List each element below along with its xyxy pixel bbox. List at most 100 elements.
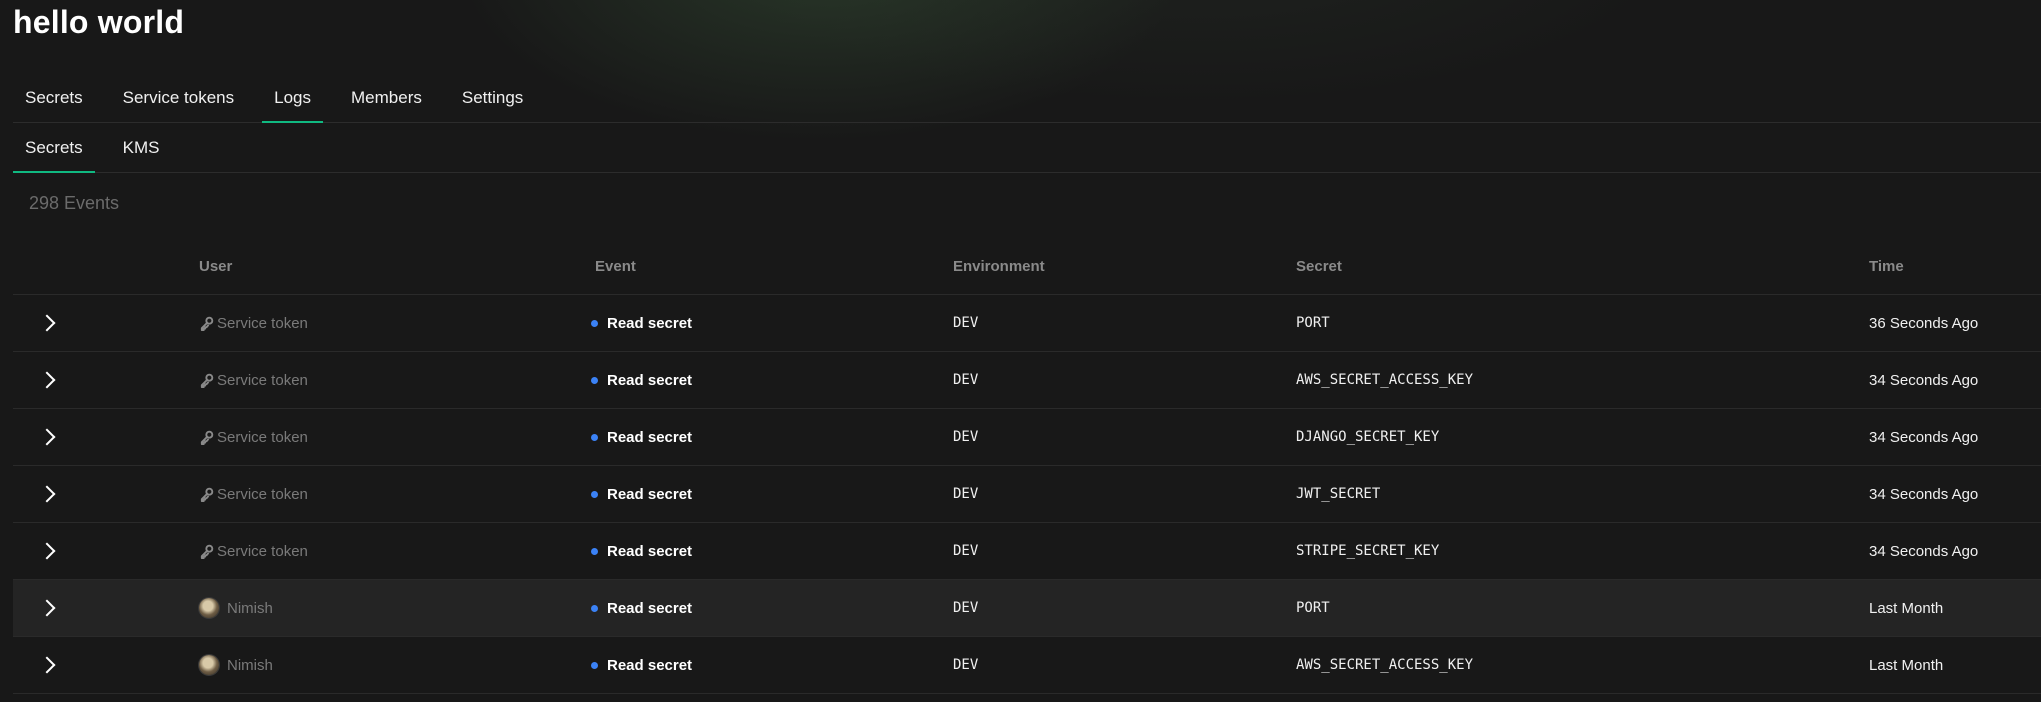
time-cell: 34 Seconds Ago xyxy=(1869,371,1979,389)
column-header-time: Time xyxy=(1869,258,1904,275)
chevron-right-icon xyxy=(38,542,56,560)
time-cell: 34 Seconds Ago xyxy=(1869,428,1979,446)
log-subtabs: Secrets KMS xyxy=(13,123,2041,173)
user-cell: Service token xyxy=(199,352,308,408)
secret-cell: STRIPE_SECRET_KEY xyxy=(1296,543,1440,559)
tab-service-tokens[interactable]: Service tokens xyxy=(111,74,247,122)
time-cell: 34 Seconds Ago xyxy=(1869,542,1979,560)
table-header: User Event Environment Secret Time xyxy=(13,244,2041,295)
avatar xyxy=(199,655,219,675)
column-header-environment: Environment xyxy=(953,258,1045,275)
time-cell: 34 Seconds Ago xyxy=(1869,485,1979,503)
column-header-user: User xyxy=(199,258,233,275)
app-page: hello world Secrets Service tokens Logs … xyxy=(0,0,2041,702)
key-icon xyxy=(199,430,214,445)
time-cell: Last Month xyxy=(1869,599,1944,617)
avatar xyxy=(199,598,219,618)
chevron-right-icon xyxy=(38,314,56,332)
expand-row-button[interactable] xyxy=(37,637,56,693)
event-cell: Read secret xyxy=(591,523,692,579)
environment-cell: DEV xyxy=(953,600,979,616)
secret-cell: AWS_SECRET_ACCESS_KEY xyxy=(1296,372,1474,388)
event-label: Read secret xyxy=(607,428,693,446)
chevron-right-icon xyxy=(38,428,56,446)
chevron-right-icon xyxy=(38,656,56,674)
user-cell: Service token xyxy=(199,295,308,351)
environment-cell: DEV xyxy=(953,486,979,502)
key-icon xyxy=(199,316,214,331)
status-dot-icon xyxy=(591,319,598,327)
environment-cell: DEV xyxy=(953,372,979,388)
table-row[interactable]: Service token Read secret DEV JWT_SECRET 34 … xyxy=(13,466,2041,523)
column-header-event: Event xyxy=(595,258,636,275)
expand-row-button[interactable] xyxy=(37,523,56,579)
status-dot-icon xyxy=(591,661,598,669)
tab-members[interactable]: Members xyxy=(339,74,434,122)
user-cell: Service token xyxy=(199,409,308,465)
event-cell: Read secret xyxy=(591,466,692,522)
event-label: Read secret xyxy=(607,371,693,389)
expand-row-button[interactable] xyxy=(37,409,56,465)
expand-row-button[interactable] xyxy=(37,352,56,408)
event-label: Read secret xyxy=(607,485,693,503)
expand-row-button[interactable] xyxy=(37,466,56,522)
time-cell: 36 Seconds Ago xyxy=(1869,314,1979,332)
time-cell: Last Month xyxy=(1869,656,1944,674)
secret-cell: PORT xyxy=(1296,315,1330,331)
event-cell: Read secret xyxy=(591,580,692,636)
user-name: Service token xyxy=(217,542,308,560)
chevron-right-icon xyxy=(38,485,56,503)
event-label: Read secret xyxy=(607,599,693,617)
chevron-right-icon xyxy=(38,371,56,389)
table-row[interactable]: Nimish Read secret DEV PORT Last Month xyxy=(13,580,2041,637)
event-count: 298 Events xyxy=(29,193,120,213)
page-title: hello world xyxy=(13,4,185,40)
table-row[interactable]: Service token Read secret DEV AWS_SECRET_AC… xyxy=(13,352,2041,409)
event-cell: Read secret xyxy=(591,295,692,351)
user-name: Service token xyxy=(217,314,308,332)
user-name: Service token xyxy=(217,371,308,389)
secret-cell: AWS_SECRET_ACCESS_KEY xyxy=(1296,657,1474,673)
main-tabs: Secrets Service tokens Logs Members Sett… xyxy=(13,74,2041,123)
key-icon xyxy=(199,373,214,388)
event-label: Read secret xyxy=(607,314,693,332)
user-cell: Nimish xyxy=(199,580,273,636)
secret-cell: PORT xyxy=(1296,600,1330,616)
event-cell: Read secret xyxy=(591,637,692,693)
user-name: Service token xyxy=(217,428,308,446)
user-name: Nimish xyxy=(227,599,273,617)
event-cell: Read secret xyxy=(591,352,692,408)
table-row[interactable]: Nimish Read secret DEV AWS_SECRET_ACCESS_KE… xyxy=(13,637,2041,694)
expand-row-button[interactable] xyxy=(37,295,56,351)
table-row[interactable]: Service token Read secret DEV DJANGO_SECRET… xyxy=(13,409,2041,466)
event-label: Read secret xyxy=(607,656,693,674)
tab-settings[interactable]: Settings xyxy=(450,74,535,122)
user-name: Service token xyxy=(217,485,308,503)
user-cell: Service token xyxy=(199,466,308,522)
key-icon xyxy=(199,544,214,559)
table-row[interactable]: Service token Read secret DEV STRIPE_SECRET… xyxy=(13,523,2041,580)
status-dot-icon xyxy=(591,433,598,441)
status-dot-icon xyxy=(591,376,598,384)
chevron-right-icon xyxy=(38,599,56,617)
environment-cell: DEV xyxy=(953,657,979,673)
column-header-secret: Secret xyxy=(1296,258,1342,275)
status-dot-icon xyxy=(591,547,598,555)
user-name: Nimish xyxy=(227,656,273,674)
event-label: Read secret xyxy=(607,542,693,560)
table-body: Service token Read secret DEV PORT 36 Second… xyxy=(13,295,2041,694)
environment-cell: DEV xyxy=(953,315,979,331)
expand-row-button[interactable] xyxy=(37,580,56,636)
key-icon xyxy=(199,487,214,502)
subtab-kms[interactable]: KMS xyxy=(111,123,172,172)
secret-cell: JWT_SECRET xyxy=(1296,486,1381,502)
tab-secrets[interactable]: Secrets xyxy=(13,74,95,122)
tab-logs[interactable]: Logs xyxy=(262,74,323,123)
status-dot-icon xyxy=(591,490,598,498)
secret-cell: DJANGO_SECRET_KEY xyxy=(1296,429,1440,445)
logs-table: User Event Environment Secret Time Servi… xyxy=(13,244,2041,694)
environment-cell: DEV xyxy=(953,543,979,559)
user-cell: Service token xyxy=(199,523,308,579)
table-row[interactable]: Service token Read secret DEV PORT 36 Second… xyxy=(13,295,2041,352)
subtab-secrets[interactable]: Secrets xyxy=(13,123,95,173)
